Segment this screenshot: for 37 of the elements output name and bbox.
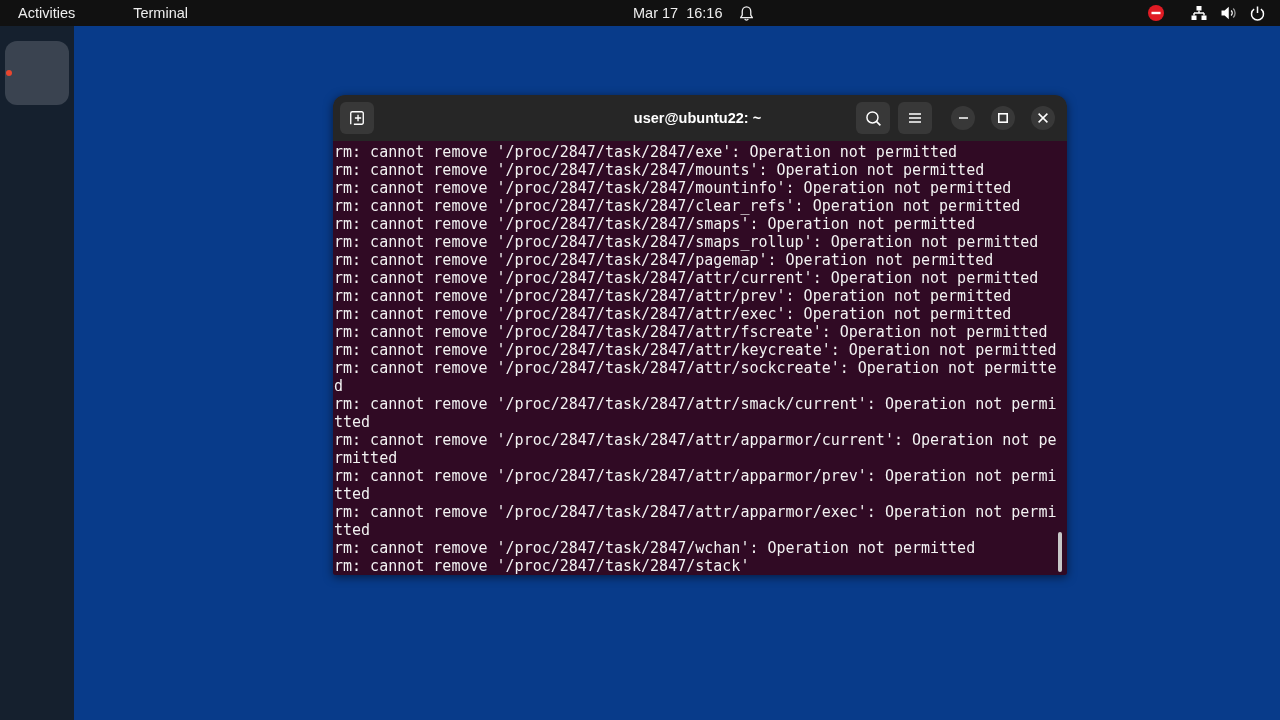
maximize-button[interactable] <box>991 106 1015 130</box>
terminal-line: rm: cannot remove '/proc/2847/task/2847/clear_refs': Operation not permitted <box>334 197 1022 215</box>
clock-button[interactable]: Mar 17 16:16 <box>624 1 763 25</box>
close-button[interactable] <box>1031 106 1055 130</box>
minimize-icon <box>958 117 968 119</box>
scrollbar-thumb[interactable] <box>1058 532 1062 572</box>
terminal-line: rm: cannot remove '/proc/2847/task/2847/attr/exec': Operation not permitted <box>334 305 1013 323</box>
search-button[interactable] <box>856 102 890 134</box>
dock-app-tile[interactable] <box>5 41 69 105</box>
window-title: user@ubuntu22: ~ <box>633 110 762 126</box>
terminal-line: rm: cannot remove '/proc/2847/task/2847/smaps_rollup': Operation not permitted <box>334 233 1040 251</box>
app-menu-button[interactable]: Terminal <box>121 1 200 25</box>
terminal-line: rm: cannot remove '/proc/2847/task/2847/mounts': Operation not permitted <box>334 161 986 179</box>
activities-button[interactable]: Activities <box>6 1 88 25</box>
terminal-line: rm: cannot remove '/proc/2847/task/2847/smaps': Operation not permitted <box>334 215 977 233</box>
search-icon <box>865 110 881 126</box>
terminal-line: rm: cannot remove '/proc/2847/task/2847/attr/keycreate': Operation not permitted <box>334 341 1058 359</box>
terminal-line: rm: cannot remove '/proc/2847/task/2847/mountinfo': Operation not permitted <box>334 179 1013 197</box>
terminal-line: rm: cannot remove '/proc/2847/task/2847/attr/prev': Operation not permitted <box>334 287 1013 305</box>
power-icon <box>1250 5 1265 21</box>
minimize-button[interactable] <box>951 106 975 130</box>
maximize-icon <box>998 113 1008 123</box>
new-tab-icon <box>350 111 364 125</box>
close-icon <box>1038 113 1048 123</box>
terminal-line: rm: cannot remove '/proc/2847/task/2847/stack' <box>334 557 751 575</box>
terminal-line: rm: cannot remove '/proc/2847/task/2847/attr/current': Operation not permitted <box>334 269 1040 287</box>
menu-icon <box>909 113 921 123</box>
speaker-icon <box>1221 6 1236 20</box>
terminal-line: rm: cannot remove '/proc/2847/task/2847/exe': Operation not permitted <box>334 143 959 161</box>
terminal-line: rm: cannot remove '/proc/2847/task/2847/wchan': Operation not permitted <box>334 539 977 557</box>
menu-button[interactable] <box>898 102 932 134</box>
terminal-line: rm: cannot remove '/proc/2847/task/2847/attr/fscreate': Operation not permitted <box>334 323 1049 341</box>
network-icon <box>1191 5 1207 21</box>
do-not-disturb-icon[interactable] <box>1148 5 1164 21</box>
new-tab-button[interactable] <box>340 102 374 134</box>
terminal-line: rm: cannot remove '/proc/2847/task/2847/pagemap': Operation not permitted <box>334 251 995 269</box>
bell-icon <box>740 5 754 21</box>
